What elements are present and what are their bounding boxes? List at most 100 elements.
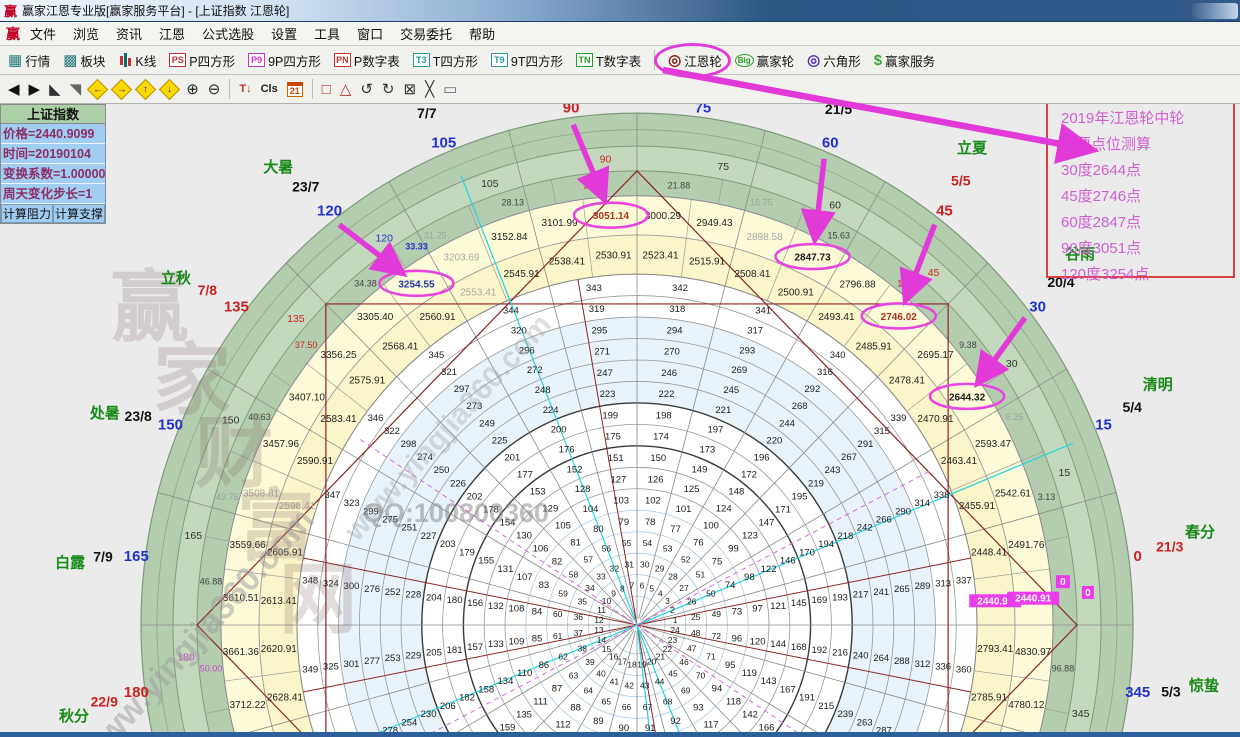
window-controls[interactable]: [1192, 3, 1238, 19]
svg-text:277: 277: [364, 656, 380, 667]
toolbar-label: P四方形: [189, 51, 235, 70]
menu-item-6[interactable]: 工具: [314, 24, 340, 43]
svg-text:96.88: 96.88: [1052, 663, 1075, 673]
diamond-arrow-button[interactable]: →: [111, 78, 132, 99]
tool-button-1[interactable]: ▶: [29, 82, 41, 97]
diamond-arrow-button[interactable]: ↓: [159, 78, 180, 99]
svg-text:2542.61: 2542.61: [995, 488, 1032, 499]
svg-text:2628.41: 2628.41: [267, 692, 304, 703]
svg-text:2593.47: 2593.47: [975, 439, 1012, 450]
svg-text:72: 72: [712, 631, 722, 641]
toolbar-button-T数字表[interactable]: TNT数字表: [576, 51, 641, 70]
svg-text:2644.32: 2644.32: [949, 392, 986, 403]
toolbar-button-赢家轮[interactable]: Big赢家轮: [735, 51, 794, 70]
svg-text:347: 347: [325, 490, 341, 501]
svg-text:276: 276: [364, 584, 380, 595]
svg-text:53: 53: [663, 544, 673, 554]
toolbar-button-板块[interactable]: ▩板块: [63, 51, 105, 70]
drawing-toolbar: ◀ ▶ ◣ ◥ ←→↑↓ ⊕ ⊖ T↓ Cls 21 □ △ ↺ ↻ ⊠ ╳ ▭: [0, 75, 1240, 104]
diamond-arrow-button[interactable]: ↑: [135, 78, 156, 99]
toolbar-button-P数字表[interactable]: PNP数字表: [334, 51, 400, 70]
toolbar-button-六角形[interactable]: ◎六角形: [807, 51, 861, 70]
annotation-line: 重要点位测算: [1061, 132, 1225, 158]
toolbar-button-9T四方形[interactable]: T99T四方形: [491, 51, 563, 70]
calc-resistance-button[interactable]: 计算阻力: [1, 204, 53, 223]
svg-text:3254.55: 3254.55: [398, 279, 435, 290]
svg-text:152: 152: [567, 464, 583, 475]
menu-item-8[interactable]: 交易委托: [400, 24, 452, 43]
svg-text:181: 181: [447, 645, 463, 656]
toolbar-button-赢家服务[interactable]: $赢家服务: [874, 51, 935, 70]
tool-button-17[interactable]: ↺: [360, 82, 373, 97]
diamond-arrow-button[interactable]: ←: [87, 78, 108, 99]
calendar-button[interactable]: 21: [287, 82, 303, 97]
tool-button-20[interactable]: ╳: [425, 82, 434, 97]
menu-item-4[interactable]: 公式选股: [202, 24, 254, 43]
svg-text:45: 45: [928, 267, 940, 279]
svg-text:2538.41: 2538.41: [549, 257, 586, 268]
toolbar-button-T四方形[interactable]: T3T四方形: [413, 51, 478, 70]
svg-text:48: 48: [691, 628, 701, 638]
toolbar-button-9P四方形[interactable]: P99P四方形: [248, 51, 321, 70]
svg-text:50.00: 50.00: [200, 663, 223, 673]
tool-button-2[interactable]: ◣: [49, 82, 61, 97]
menu-item-2[interactable]: 资讯: [116, 24, 142, 43]
tool-button-12[interactable]: Cls: [261, 84, 278, 95]
svg-text:100: 100: [703, 520, 719, 531]
svg-text:3712.22: 3712.22: [230, 700, 267, 711]
svg-text:2470.91: 2470.91: [917, 414, 954, 425]
tool-button-21[interactable]: ▭: [443, 82, 457, 97]
svg-text:63: 63: [569, 670, 579, 680]
tool-button-15[interactable]: □: [322, 82, 331, 97]
tool-button-16[interactable]: △: [340, 82, 352, 97]
tool-button-3[interactable]: ◥: [70, 82, 82, 97]
svg-text:199: 199: [602, 410, 618, 421]
svg-text:1: 1: [673, 615, 678, 625]
svg-text:193: 193: [832, 592, 848, 603]
tool-button-9[interactable]: ⊖: [208, 82, 221, 97]
tool-button-18[interactable]: ↻: [382, 82, 395, 97]
svg-text:2500.91: 2500.91: [778, 288, 815, 299]
svg-text:345: 345: [428, 350, 444, 361]
svg-text:30: 30: [1006, 358, 1018, 370]
toolbar-button-K线[interactable]: K线: [118, 51, 156, 70]
svg-text:6.25: 6.25: [1006, 412, 1024, 422]
menu-item-0[interactable]: 文件: [30, 24, 56, 43]
tool-button-19[interactable]: ⊠: [403, 82, 416, 97]
svg-text:2568.41: 2568.41: [382, 341, 419, 352]
svg-text:158: 158: [478, 684, 494, 695]
svg-text:23/7: 23/7: [292, 178, 319, 194]
annotation-line: 90度3051点: [1061, 236, 1225, 262]
menu-item-1[interactable]: 浏览: [73, 24, 99, 43]
price-field: 价格=2440.9099: [1, 124, 105, 144]
svg-text:2508.41: 2508.41: [734, 269, 771, 280]
svg-text:28: 28: [668, 572, 678, 582]
toolbar-button-行情[interactable]: ▦行情: [8, 51, 50, 70]
svg-text:2590.91: 2590.91: [297, 456, 334, 467]
tool-button-0[interactable]: ◀: [8, 82, 20, 97]
tool-button-11[interactable]: T↓: [239, 84, 251, 95]
svg-text:120: 120: [375, 232, 393, 244]
menu-item-7[interactable]: 窗口: [357, 24, 383, 43]
svg-text:201: 201: [504, 452, 520, 463]
svg-text:7/8: 7/8: [198, 282, 218, 298]
svg-text:81: 81: [570, 537, 581, 548]
toolbar-button-江恩轮[interactable]: ◎江恩轮: [668, 51, 722, 70]
grid-icon: ▦: [8, 53, 22, 68]
svg-text:148: 148: [728, 486, 744, 497]
svg-text:294: 294: [667, 325, 683, 336]
svg-text:2620.91: 2620.91: [261, 644, 298, 655]
svg-text:76: 76: [693, 537, 704, 548]
menu-item-3[interactable]: 江恩: [159, 24, 185, 43]
menu-item-9[interactable]: 帮助: [469, 24, 495, 43]
svg-text:245: 245: [723, 385, 739, 396]
svg-text:2695.17: 2695.17: [917, 350, 954, 361]
calc-support-button[interactable]: 计算支撑: [53, 204, 105, 223]
toolbar-label: P数字表: [354, 51, 400, 70]
toolbar-label: 9T四方形: [511, 51, 563, 70]
tool-button-8[interactable]: ⊕: [186, 82, 199, 97]
svg-text:3152.84: 3152.84: [491, 232, 528, 243]
svg-text:15: 15: [1095, 417, 1112, 434]
menu-item-5[interactable]: 设置: [271, 24, 297, 43]
toolbar-button-P四方形[interactable]: PSP四方形: [169, 51, 235, 70]
